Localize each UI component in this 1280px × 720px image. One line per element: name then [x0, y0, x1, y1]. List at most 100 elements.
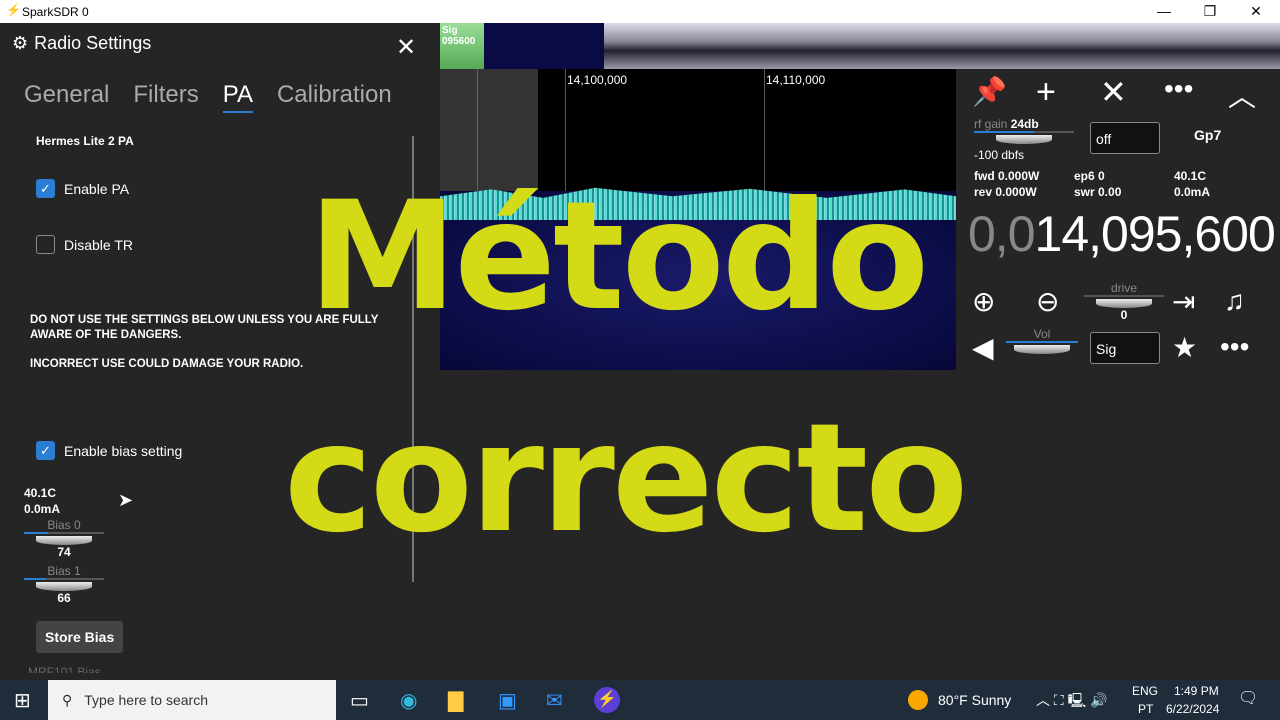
window-title: SparkSDR 0 — [22, 4, 89, 19]
bias1-slider[interactable]: Bias 1 66 — [24, 564, 104, 605]
mode-dropdown[interactable]: Sig — [1090, 332, 1160, 364]
taskbar-search[interactable]: ⚲ Type here to search — [48, 680, 336, 720]
gear-icon: ⚙ — [12, 33, 29, 53]
rev-power: rev 0.000W — [974, 185, 1037, 199]
bias0-slider[interactable]: Bias 0 74 — [24, 518, 104, 559]
more-icon[interactable]: ••• — [1220, 331, 1249, 363]
slider-label: Bias 0 — [47, 518, 81, 532]
rf-gain-slider[interactable]: rf gain 24db — [974, 117, 1074, 144]
freq-value: 14,095,600 — [1034, 206, 1276, 262]
notifications-icon[interactable]: 🗨 — [1238, 688, 1258, 708]
more-icon[interactable]: ••• — [1164, 73, 1193, 105]
label: Enable bias setting — [64, 442, 183, 459]
slider-thumb[interactable] — [1096, 299, 1152, 308]
overlay-title-line2: correcto — [284, 392, 968, 566]
agc-dropdown[interactable]: off — [1090, 122, 1160, 154]
panel-title: ⚙ Radio Settings — [12, 33, 151, 54]
tab-pa[interactable]: PA — [222, 81, 253, 113]
check-icon: ✓ — [36, 441, 55, 460]
weather[interactable]: 80°F Sunny — [938, 692, 1011, 708]
volume-slider[interactable]: Vol — [1006, 327, 1078, 354]
close-icon[interactable]: ✕ — [1100, 73, 1127, 111]
sparksdr-icon[interactable]: ⚡ — [594, 687, 620, 713]
slider-value: 66 — [57, 591, 71, 605]
store-bias-button[interactable]: Store Bias — [36, 621, 124, 653]
frequency-scale[interactable]: 14,100,000 14,110,000 — [440, 69, 956, 91]
chevron-up-icon[interactable]: ︿ — [1228, 75, 1256, 115]
pa-current: 0.0mA — [24, 502, 61, 516]
dbfs-readout: -100 dbfs — [974, 148, 1025, 162]
label: Enable PA — [64, 180, 130, 197]
pin-icon[interactable]: 📌 — [972, 75, 1007, 108]
signal-marker[interactable]: Sig 095600 — [440, 23, 484, 69]
check-icon: ✓ — [36, 179, 55, 198]
slider-thumb[interactable] — [1014, 345, 1070, 354]
overlay-title-line1: Método — [308, 170, 929, 344]
slider-fill — [24, 578, 47, 580]
store-icon[interactable]: ▣ — [498, 688, 517, 713]
windows-start-icon[interactable]: ⊞ — [14, 688, 31, 713]
enable-bias-checkbox[interactable]: ✓ Enable bias setting — [36, 441, 182, 460]
radio-settings-panel: ⚙ Radio Settings ✕ General Filters PA Cal… — [0, 23, 440, 680]
taskbar: ⊞ ⚲ Type here to search ▭ ◉ ▇ ▣ ✉ ⚡ 80°F … — [0, 680, 1280, 720]
mouse-cursor: ➤ — [118, 490, 134, 510]
rf-gain-value: 24db — [1010, 117, 1039, 131]
edge-icon[interactable]: ◉ — [400, 688, 417, 713]
close-window-button[interactable]: ✕ — [1233, 0, 1279, 23]
drive-slider[interactable]: drive 0 — [1084, 281, 1164, 322]
title-bar: ⚡ SparkSDR 0 — ❐ ✕ — [0, 0, 1280, 23]
clock-time[interactable]: 1:49 PM — [1174, 684, 1219, 698]
plus-icon[interactable]: + — [1036, 73, 1056, 112]
enable-pa-checkbox[interactable]: ✓ Enable PA — [36, 179, 129, 198]
temperature: 40.1C — [1174, 169, 1207, 183]
freq-prefix: 0,0 — [968, 206, 1036, 262]
mail-icon[interactable]: ✉ — [546, 688, 563, 713]
tray-icons[interactable]: ︿ ⛶ 🖳 🔊 — [1036, 690, 1108, 714]
disable-tr-checkbox[interactable]: Disable TR — [36, 235, 133, 254]
music-note-icon[interactable]: ♫ — [1224, 285, 1245, 317]
restore-button[interactable]: ❐ — [1187, 0, 1233, 23]
app-icon: ⚡ — [6, 3, 21, 17]
current: 0.0mA — [1174, 185, 1211, 199]
speaker-icon[interactable]: ◀ — [972, 331, 994, 364]
search-icon: ⚲ — [62, 691, 73, 708]
keyboard-layout[interactable]: PT — [1138, 702, 1153, 716]
panel-title-text: Radio Settings — [34, 33, 152, 53]
slider-thumb[interactable] — [36, 582, 92, 591]
checkbox-box — [36, 235, 55, 254]
star-icon[interactable]: ★ — [1172, 331, 1197, 364]
slider-thumb[interactable] — [996, 135, 1052, 144]
slider-thumb[interactable] — [36, 536, 92, 545]
clock-date[interactable]: 6/22/2024 — [1166, 702, 1219, 716]
ep6-readout: ep6 0 — [1074, 169, 1105, 183]
sig-frequency: 095600 — [442, 36, 476, 47]
tab-filters[interactable]: Filters — [133, 81, 198, 113]
zoom-out-icon[interactable]: ⊖ — [1036, 285, 1059, 318]
signal-strip: Sig 095600 — [440, 23, 1280, 69]
slider-value: 0 — [1120, 308, 1128, 322]
tab-general[interactable]: General — [24, 81, 109, 113]
swr-readout: swr 0.00 — [1074, 185, 1122, 199]
tab-calibration[interactable]: Calibration — [277, 81, 392, 113]
freq-tick: 14,110,000 — [766, 73, 826, 87]
mini-waterfall — [484, 23, 604, 69]
vfo-frequency[interactable]: 0,014,095,600 — [968, 205, 1276, 263]
rf-gain-label: rf gain — [974, 117, 1008, 131]
search-placeholder: Type here to search — [84, 692, 209, 708]
task-view-icon[interactable]: ▭ — [350, 688, 369, 713]
minimize-button[interactable]: — — [1141, 0, 1187, 23]
close-icon[interactable]: ✕ — [396, 33, 416, 62]
sun-icon — [908, 690, 928, 710]
exit-icon[interactable]: ⇥ — [1172, 285, 1195, 318]
freq-tick: 14,100,000 — [567, 73, 628, 87]
warning-text-2: INCORRECT USE COULD DAMAGE YOUR RADIO. — [30, 358, 304, 370]
label: Disable TR — [64, 236, 133, 253]
pa-temperature: 40.1C — [24, 486, 57, 500]
slider-value: 74 — [57, 545, 71, 559]
fwd-power: fwd 0.000W — [974, 169, 1040, 183]
section-heading: Hermes Lite 2 PA — [36, 134, 134, 148]
file-explorer-icon[interactable]: ▇ — [448, 688, 463, 713]
language[interactable]: ENG — [1132, 684, 1158, 698]
zoom-in-icon[interactable]: ⊕ — [972, 285, 995, 318]
slider-label: Bias 1 — [47, 564, 81, 578]
